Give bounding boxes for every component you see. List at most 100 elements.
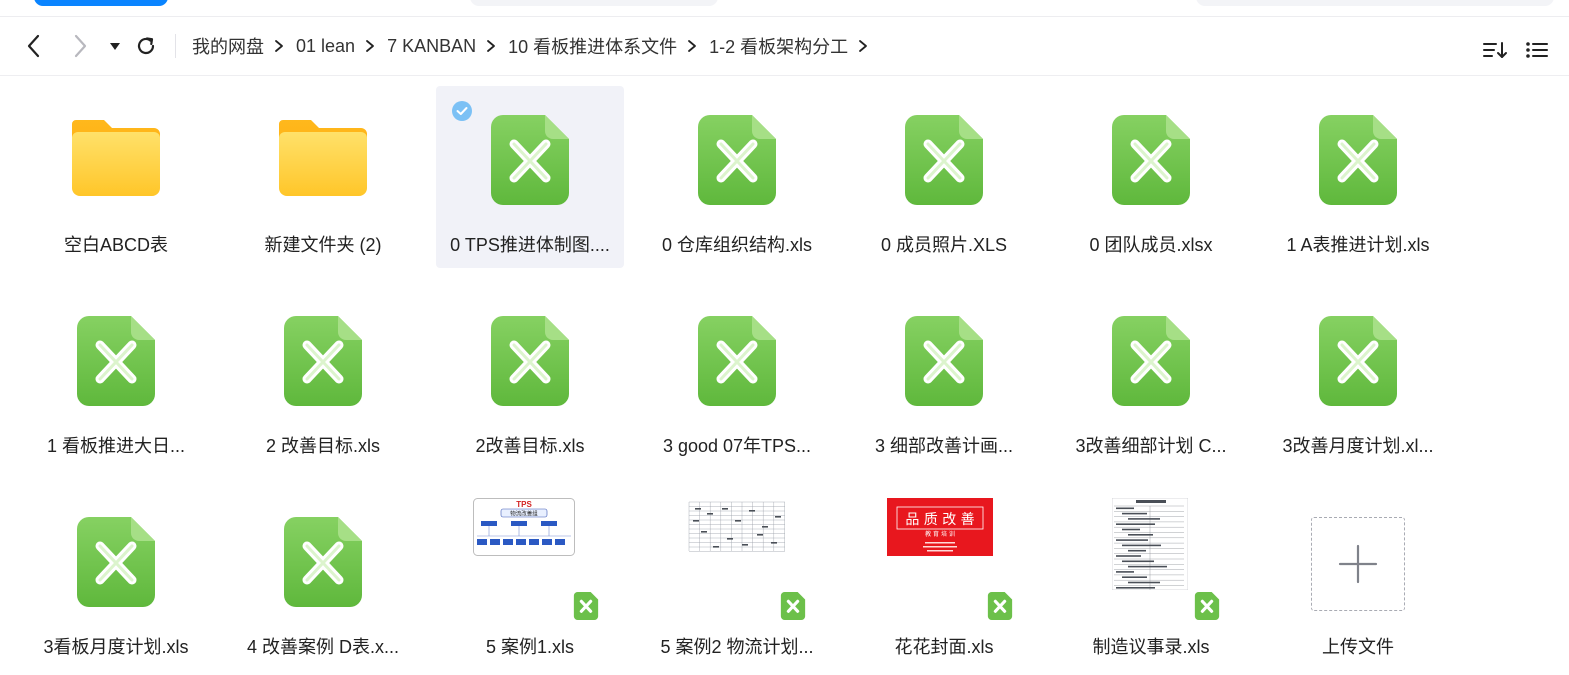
excel-badge-icon (573, 592, 599, 620)
chevron-right-icon (74, 34, 87, 58)
thumbnail-title: 品 质 改 善 (905, 512, 974, 528)
tab-bar-partial (470, 0, 718, 6)
file-item[interactable]: TPS 物流改善组 5 案例1.xls (436, 488, 624, 670)
file-item[interactable]: 2改善目标.xls (436, 287, 624, 469)
thumbnail-preview (687, 498, 789, 556)
breadcrumb-item-system-files[interactable]: 10 看板推进体系文件 (508, 33, 677, 59)
file-name: 2改善目标.xls (475, 436, 585, 456)
file-name: 0 成员照片.XLS (880, 235, 1008, 255)
sort-icon (1483, 42, 1507, 58)
folder-icon (70, 116, 162, 203)
breadcrumb-item-lean[interactable]: 01 lean (296, 36, 355, 57)
excel-file-icon (284, 316, 362, 411)
sort-button[interactable] (1480, 37, 1510, 63)
refresh-icon (137, 37, 155, 55)
history-dropdown-button[interactable] (101, 32, 129, 60)
file-item[interactable]: 3 细部改善计画... (850, 287, 1038, 469)
file-item[interactable]: 3 good 07年TPS... (643, 287, 831, 469)
file-name: 新建文件夹 (2) (264, 235, 382, 255)
thumbnail-subtitle: 物流改善组 (510, 510, 538, 518)
file-item[interactable]: 品 质 改 善 教 育 培 训 花花封面.xls (850, 488, 1038, 670)
folder-item[interactable]: 空白ABCD表 (22, 86, 210, 268)
list-icon (1526, 42, 1548, 58)
file-name: 4 改善案例 D表.x... (246, 637, 399, 657)
file-item[interactable]: 3改善细部计划 C... (1057, 287, 1245, 469)
chevron-right-icon (365, 39, 375, 53)
file-name: 3看板月度计划.xls (43, 637, 189, 657)
file-item[interactable]: 0 成员照片.XLS (850, 86, 1038, 268)
file-item[interactable]: 2 改善目标.xls (229, 287, 417, 469)
excel-badge-icon (780, 592, 806, 620)
excel-file-icon (698, 316, 776, 411)
file-name: 上传文件 (1322, 637, 1394, 657)
file-name: 3改善细部计划 C... (1075, 436, 1227, 456)
thumbnail-title: TPS (516, 500, 532, 509)
chevron-right-icon (274, 39, 284, 53)
file-name: 1 看板推进大日... (46, 436, 185, 456)
file-name: 制造议事录.xls (1092, 637, 1210, 657)
file-item[interactable]: 3改善月度计划.xl... (1264, 287, 1452, 469)
thumbnail-preview: TPS 物流改善组 (473, 498, 575, 556)
plus-icon (1338, 544, 1378, 584)
check-icon[interactable] (452, 101, 472, 121)
excel-file-icon (77, 316, 155, 411)
chevron-right-icon (687, 39, 697, 53)
nav-divider (175, 34, 176, 58)
file-name: 3 good 07年TPS... (662, 436, 812, 456)
file-name: 0 仓库组织结构.xls (661, 235, 812, 255)
excel-file-icon (905, 115, 983, 210)
file-name: 3改善月度计划.xl... (1282, 436, 1434, 456)
excel-badge-icon (987, 592, 1013, 620)
file-item[interactable]: 0 团队成员.xlsx (1057, 86, 1245, 268)
file-name: 1 A表推进计划.xls (1286, 235, 1430, 255)
excel-file-icon (1319, 115, 1397, 210)
excel-file-icon (491, 316, 569, 411)
file-item[interactable]: 3看板月度计划.xls (22, 488, 210, 670)
excel-file-icon (77, 517, 155, 612)
file-item[interactable]: 4 改善案例 D表.x... (229, 488, 417, 670)
excel-file-icon (1112, 316, 1190, 411)
file-item[interactable]: 5 案例2 物流计划... (643, 488, 831, 670)
file-name: 5 案例2 物流计划... (660, 637, 814, 657)
breadcrumb-item-kanban[interactable]: 7 KANBAN (387, 36, 476, 57)
excel-file-icon (905, 316, 983, 411)
top-strip (0, 0, 1569, 17)
search-box-partial[interactable] (1196, 0, 1554, 6)
upload-button[interactable] (1311, 517, 1405, 611)
back-button[interactable] (20, 32, 48, 60)
thumbnail-preview (1112, 498, 1188, 590)
folder-item[interactable]: 新建文件夹 (2) (229, 86, 417, 268)
file-item[interactable]: 1 A表推进计划.xls (1264, 86, 1452, 268)
excel-badge-icon (1194, 592, 1220, 620)
file-name: 花花封面.xls (894, 637, 994, 657)
upload-tile[interactable]: 上传文件 (1264, 488, 1452, 670)
file-name: 3 细部改善计画... (874, 436, 1013, 456)
excel-file-icon (1319, 316, 1397, 411)
excel-file-icon (284, 517, 362, 612)
excel-file-icon (1112, 115, 1190, 210)
folder-icon (277, 116, 369, 203)
file-name: 空白ABCD表 (63, 235, 168, 255)
file-name: 5 案例1.xls (485, 637, 575, 657)
file-item[interactable]: 制造议事录.xls (1057, 488, 1245, 670)
file-name: 0 团队成员.xlsx (1089, 235, 1213, 255)
chevron-right-icon (486, 39, 496, 53)
file-item[interactable]: 1 看板推进大日... (22, 287, 210, 469)
thumbnail-preview: 品 质 改 善 教 育 培 训 (887, 498, 993, 556)
list-view-button[interactable] (1522, 37, 1552, 63)
file-item[interactable]: 0 TPS推进体制图.... (436, 86, 624, 268)
upload-button-partial[interactable] (34, 0, 168, 6)
breadcrumb-item-current[interactable]: 1-2 看板架构分工 (709, 33, 848, 59)
refresh-button[interactable] (132, 32, 160, 60)
file-name: 2 改善目标.xls (265, 436, 380, 456)
chevron-left-icon (27, 34, 40, 58)
caret-down-icon (110, 43, 120, 50)
forward-button[interactable] (66, 32, 94, 60)
file-item[interactable]: 0 仓库组织结构.xls (643, 86, 831, 268)
file-name: 0 TPS推进体制图.... (450, 235, 610, 255)
thumbnail-subtitle: 教 育 培 训 (925, 530, 955, 538)
navigation-bar: 我的网盘 01 lean 7 KANBAN 10 看板推进体系文件 1-2 看板… (0, 16, 1569, 76)
chevron-right-icon (858, 39, 868, 53)
excel-file-icon (491, 115, 569, 210)
breadcrumb-item-root[interactable]: 我的网盘 (192, 33, 264, 59)
